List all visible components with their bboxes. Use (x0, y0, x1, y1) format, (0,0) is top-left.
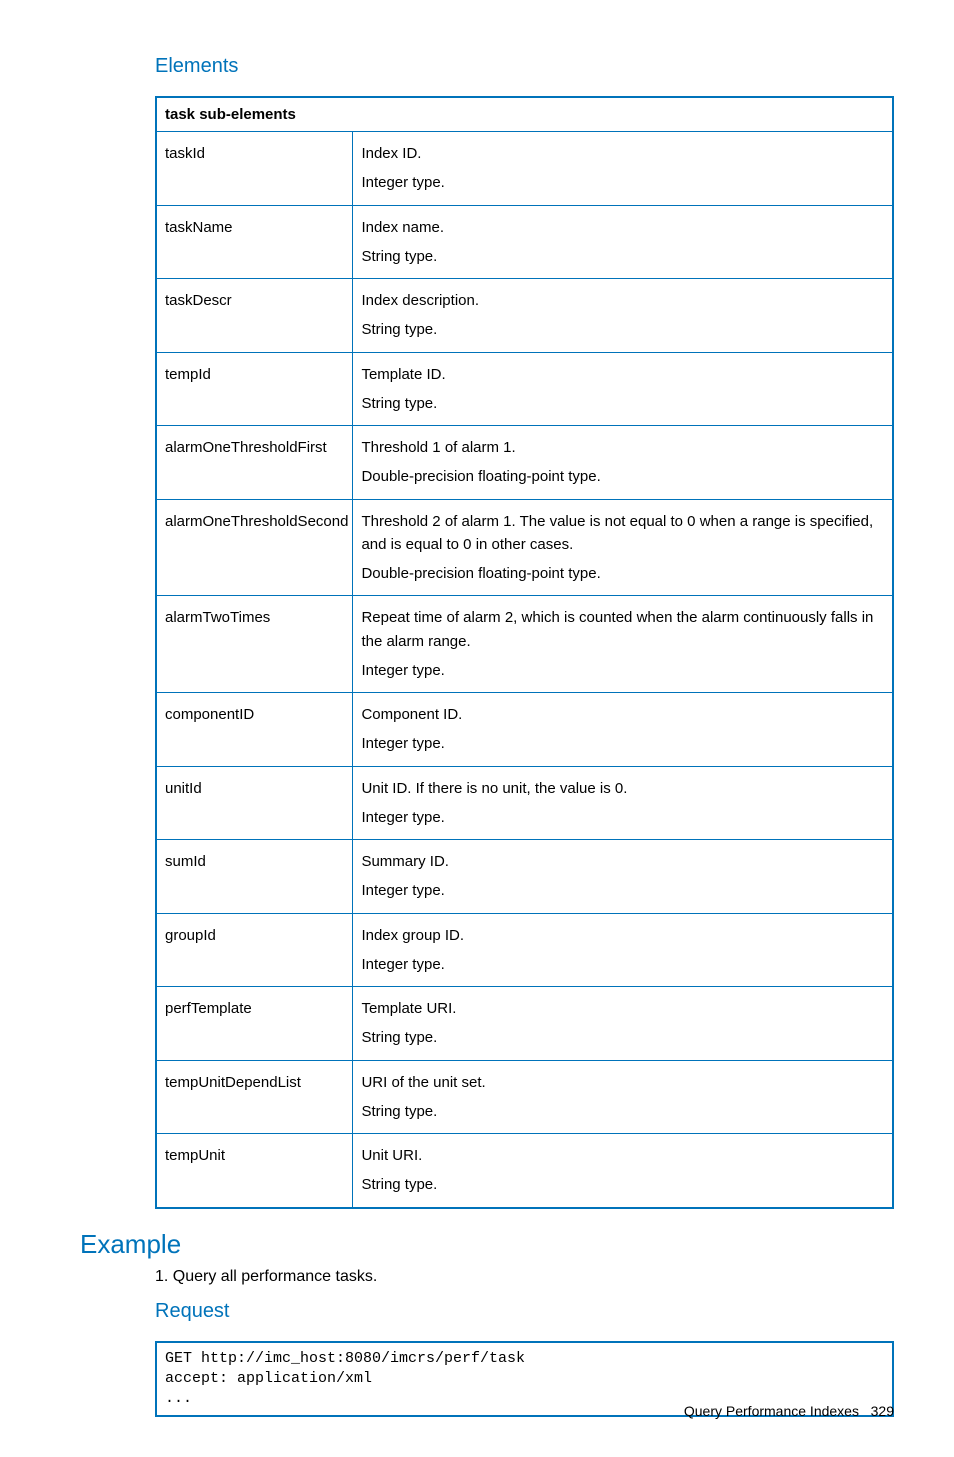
footer-page: 329 (871, 1403, 894, 1419)
table-header: task sub-elements (156, 97, 893, 132)
element-name: tempUnit (156, 1134, 353, 1208)
element-name: tempUnitDependList (156, 1060, 353, 1134)
table-row: taskId Index ID. Integer type. (156, 132, 893, 206)
element-name: componentID (156, 693, 353, 767)
element-description: Summary ID. Integer type. (353, 840, 893, 914)
description-line: Template ID. (361, 363, 884, 386)
description-line: Double-precision floating-point type. (361, 465, 884, 488)
table-row: tempId Template ID. String type. (156, 352, 893, 426)
description-line: URI of the unit set. (361, 1071, 884, 1094)
description-line: Unit ID. If there is no unit, the value … (361, 777, 884, 800)
table-row: alarmOneThresholdSecondThreshold 2 of al… (156, 499, 893, 596)
table-row: taskDescr Index description. String type. (156, 279, 893, 353)
description-line: String type. (361, 392, 884, 415)
element-description: Threshold 1 of alarm 1. Double-precision … (353, 426, 893, 500)
description-line: Index description. (361, 289, 884, 312)
table-row: tempUnitDependList URI of the unit set. St… (156, 1060, 893, 1134)
footer-title: Query Performance Indexes (684, 1403, 859, 1419)
description-line: String type. (361, 1173, 884, 1196)
description-line: Integer type. (361, 806, 884, 829)
element-description: Index description. String type. (353, 279, 893, 353)
description-line: Integer type. (361, 879, 884, 902)
table-row: alarmOneThresholdFirstThreshold 1 of ala… (156, 426, 893, 500)
element-description: Repeat time of alarm 2, which is counted… (353, 596, 893, 693)
element-description: Threshold 2 of alarm 1. The value is not… (353, 499, 893, 596)
element-name: tempId (156, 352, 353, 426)
element-description: Index group ID. Integer type. (353, 913, 893, 987)
description-line: String type. (361, 1026, 884, 1049)
element-description: URI of the unit set. String type. (353, 1060, 893, 1134)
element-name: alarmOneThresholdFirst (156, 426, 353, 500)
element-description: Index name. String type. (353, 205, 893, 279)
example-step: 1. Query all performance tasks. (155, 1268, 894, 1286)
description-line: Unit URI. (361, 1144, 884, 1167)
description-line: Index name. (361, 216, 884, 239)
element-name: sumId (156, 840, 353, 914)
element-name: taskDescr (156, 279, 353, 353)
description-line: Repeat time of alarm 2, which is counted… (361, 606, 884, 653)
element-description: Template URI. String type. (353, 987, 893, 1061)
description-line: Index group ID. (361, 924, 884, 947)
elements-table: task sub-elements taskId Index ID. Integer… (155, 96, 894, 1209)
element-name: alarmTwoTimes (156, 596, 353, 693)
footer: Query Performance Indexes 329 (684, 1403, 894, 1419)
element-name: alarmOneThresholdSecond (156, 499, 353, 596)
heading-request: Request (155, 1300, 894, 1323)
table-row: sumId Summary ID. Integer type. (156, 840, 893, 914)
description-line: String type. (361, 245, 884, 268)
table-row: unitId Unit ID. If there is no unit, the … (156, 766, 893, 840)
table-row: alarmTwoTimesRepeat time of alarm 2, whi… (156, 596, 893, 693)
element-description: Unit URI. String type. (353, 1134, 893, 1208)
description-line: Integer type. (361, 732, 884, 755)
element-name: groupId (156, 913, 353, 987)
table-row: componentID Component ID. Integer type. (156, 693, 893, 767)
element-name: perfTemplate (156, 987, 353, 1061)
description-line: Summary ID. (361, 850, 884, 873)
element-name: taskId (156, 132, 353, 206)
description-line: Threshold 1 of alarm 1. (361, 436, 884, 459)
table-row: groupId Index group ID. Integer type. (156, 913, 893, 987)
table-row: perfTemplate Template URI. String type. (156, 987, 893, 1061)
description-line: Integer type. (361, 171, 884, 194)
heading-elements: Elements (155, 55, 894, 78)
description-line: Integer type. (361, 659, 884, 682)
element-description: Template ID. String type. (353, 352, 893, 426)
page: Elements task sub-elements taskIdIndex I… (0, 0, 954, 1457)
description-line: Integer type. (361, 953, 884, 976)
element-description: Unit ID. If there is no unit, the value … (353, 766, 893, 840)
table-row: tempUnit Unit URI. String type. (156, 1134, 893, 1208)
element-description: Component ID. Integer type. (353, 693, 893, 767)
element-description: Index ID. Integer type. (353, 132, 893, 206)
description-line: String type. (361, 318, 884, 341)
element-name: taskName (156, 205, 353, 279)
description-line: Template URI. (361, 997, 884, 1020)
description-line: Threshold 2 of alarm 1. The value is not… (361, 510, 884, 557)
description-line: Double-precision floating-point type. (361, 562, 884, 585)
description-line: Component ID. (361, 703, 884, 726)
description-line: Index ID. (361, 142, 884, 165)
description-line: String type. (361, 1100, 884, 1123)
element-name: unitId (156, 766, 353, 840)
table-row: taskName Index name. String type. (156, 205, 893, 279)
heading-example: Example (80, 1229, 894, 1260)
